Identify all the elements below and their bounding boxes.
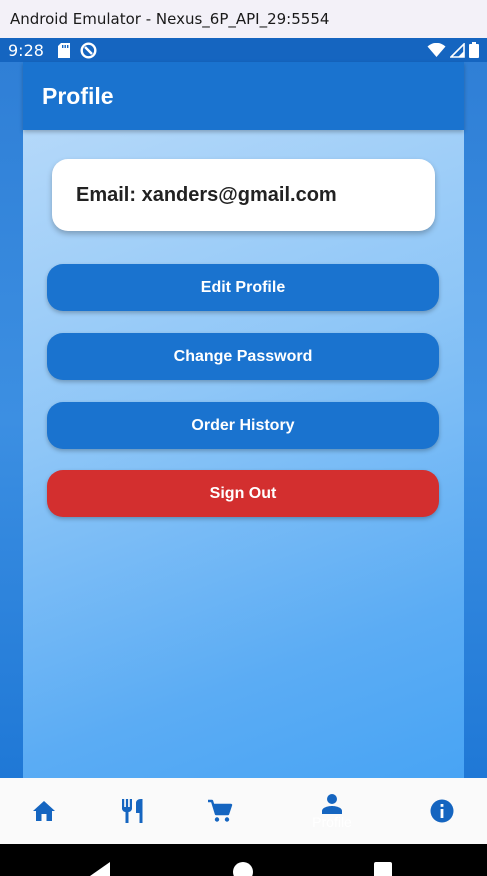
person-icon bbox=[322, 794, 342, 814]
status-bar: 9:28 bbox=[0, 38, 487, 62]
profile-page: Profile Email: xanders@gmail.com Edit Pr… bbox=[23, 62, 464, 778]
system-navigation-bar bbox=[0, 844, 487, 876]
data-saver-icon bbox=[80, 41, 97, 59]
email-card: Email: xanders@gmail.com bbox=[52, 159, 435, 231]
nav-item-menu[interactable] bbox=[103, 778, 163, 844]
recents-icon[interactable] bbox=[374, 862, 392, 876]
page-title: Profile bbox=[42, 82, 114, 109]
home-button-icon[interactable] bbox=[233, 862, 253, 876]
sign-out-button[interactable]: Sign Out bbox=[47, 470, 439, 517]
app-bar: Profile bbox=[23, 62, 464, 130]
status-time: 9:28 bbox=[8, 40, 44, 60]
edit-profile-label: Edit Profile bbox=[200, 278, 286, 296]
sd-card-icon bbox=[57, 42, 70, 58]
back-icon[interactable] bbox=[90, 862, 110, 876]
email-text: Email: xanders@gmail.com bbox=[76, 183, 337, 206]
nav-item-profile[interactable]: Profile bbox=[302, 778, 362, 844]
order-history-button[interactable]: Order History bbox=[47, 402, 439, 449]
cart-icon bbox=[208, 799, 233, 822]
info-icon bbox=[430, 799, 454, 823]
bottom-navigation: Profile bbox=[0, 778, 487, 844]
nav-item-info[interactable] bbox=[412, 778, 472, 844]
change-password-button[interactable]: Change Password bbox=[47, 333, 439, 380]
nav-label-profile: Profile bbox=[312, 814, 352, 830]
sign-out-label: Sign Out bbox=[209, 484, 277, 502]
nav-item-home[interactable] bbox=[14, 778, 74, 844]
wifi-icon bbox=[427, 42, 446, 57]
emulator-title-bar: Android Emulator - Nexus_6P_API_29:5554 bbox=[0, 0, 487, 38]
signal-icon bbox=[450, 42, 465, 58]
restaurant-icon bbox=[122, 799, 143, 823]
nav-item-cart[interactable] bbox=[190, 778, 250, 844]
home-icon bbox=[33, 801, 55, 821]
app-screen: Profile Email: xanders@gmail.com Edit Pr… bbox=[0, 62, 487, 778]
edit-profile-button[interactable]: Edit Profile bbox=[47, 264, 439, 311]
window-title: Android Emulator - Nexus_6P_API_29:5554 bbox=[10, 10, 330, 28]
change-password-label: Change Password bbox=[173, 347, 313, 365]
battery-icon bbox=[469, 42, 479, 58]
order-history-label: Order History bbox=[191, 416, 295, 434]
